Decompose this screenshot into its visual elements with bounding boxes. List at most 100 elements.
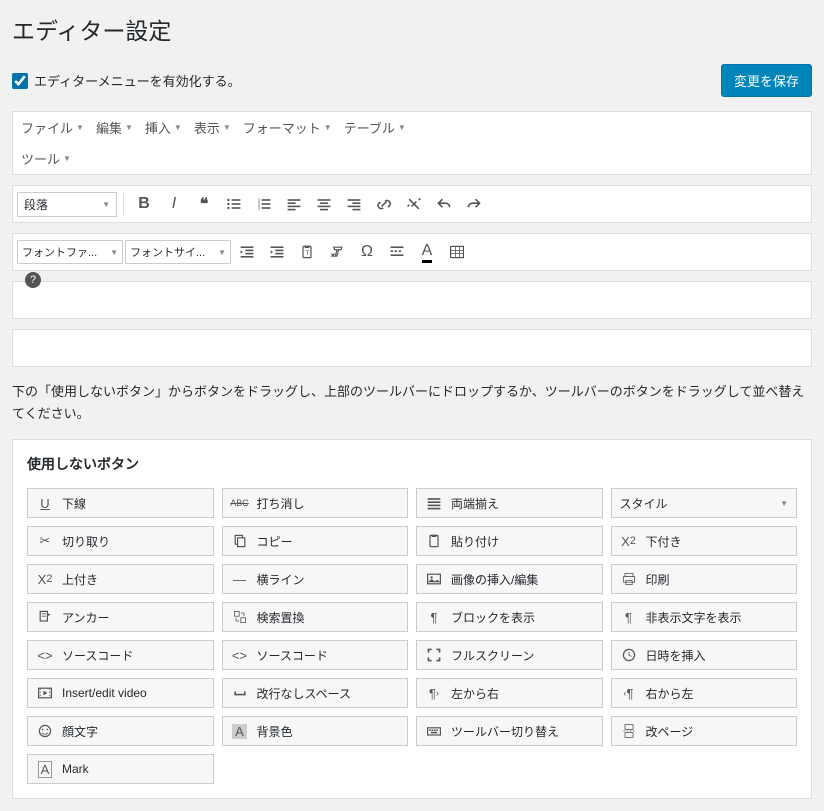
indent-button[interactable] — [263, 238, 291, 266]
unused-search[interactable]: 検索置換 — [222, 602, 409, 632]
chevron-down-icon: ▼ — [110, 248, 118, 257]
mark-icon: A — [36, 761, 54, 778]
italic-button[interactable]: I — [160, 190, 188, 218]
menu-edit[interactable]: 編集▼ — [96, 118, 133, 137]
hr-icon: — — [231, 572, 249, 587]
unused-mark[interactable]: AMark — [27, 754, 214, 784]
search-replace-icon — [231, 609, 249, 625]
menu-format[interactable]: フォーマット▼ — [243, 118, 332, 137]
anchor-icon — [36, 609, 54, 625]
clock-icon — [620, 647, 638, 663]
chevron-down-icon: ▼ — [398, 123, 406, 132]
text-color-button[interactable]: A — [413, 238, 441, 266]
bullet-list-button[interactable] — [220, 190, 248, 218]
outdent-button[interactable] — [233, 238, 261, 266]
unlink-button[interactable] — [400, 190, 428, 218]
code-icon: <> — [231, 648, 249, 663]
editor-menubar-panel: ファイル▼ 編集▼ 挿入▼ 表示▼ フォーマット▼ テーブル▼ ツール▼ — [12, 111, 812, 175]
numbered-list-button[interactable]: 123 — [250, 190, 278, 218]
align-right-button[interactable] — [340, 190, 368, 218]
table-button[interactable] — [443, 238, 471, 266]
unused-subscript[interactable]: X2下付き — [611, 526, 798, 556]
unused-strike[interactable]: ABC打ち消し — [222, 488, 409, 518]
unused-toggle-toolbar[interactable]: ツールバー切り替え — [416, 716, 603, 746]
unused-ltr[interactable]: ¶›左から右 — [416, 678, 603, 708]
align-center-button[interactable] — [310, 190, 338, 218]
chevron-down-icon: ▼ — [223, 123, 231, 132]
unused-video[interactable]: Insert/edit video — [27, 678, 214, 708]
chevron-down-icon: ▼ — [218, 248, 226, 257]
unused-print[interactable]: 印刷 — [611, 564, 798, 594]
unused-emoji[interactable]: 顔文字 — [27, 716, 214, 746]
clear-format-button[interactable] — [323, 238, 351, 266]
copy-icon — [231, 533, 249, 549]
font-size-select[interactable]: フォントサイ...▼ — [125, 240, 231, 264]
unused-nbsp[interactable]: 改行なしスペース — [222, 678, 409, 708]
link-button[interactable] — [370, 190, 398, 218]
chevron-down-icon: ▼ — [102, 200, 110, 209]
help-icon[interactable]: ? — [25, 272, 41, 288]
chevron-down-icon: ▼ — [174, 123, 182, 132]
enable-editor-menu-input[interactable] — [12, 73, 28, 89]
justify-icon — [425, 495, 443, 511]
enable-editor-menu-checkbox[interactable]: エディターメニューを有効化する。 — [12, 71, 241, 90]
underline-icon: U — [36, 496, 54, 511]
bgcolor-icon: A — [231, 724, 249, 739]
unused-pagebreak[interactable]: 改ページ — [611, 716, 798, 746]
subscript-icon: X2 — [620, 534, 638, 549]
read-more-button[interactable] — [383, 238, 411, 266]
video-icon — [36, 685, 54, 701]
paste-text-button[interactable]: T — [293, 238, 321, 266]
unused-source-2[interactable]: <>ソースコード — [222, 640, 409, 670]
menu-insert[interactable]: 挿入▼ — [145, 118, 182, 137]
unused-image[interactable]: 画像の挿入/編集 — [416, 564, 603, 594]
chevron-down-icon: ▼ — [125, 123, 133, 132]
toolbar-row-1: 段落▼ B I ❝ 123 — [12, 185, 812, 223]
nbsp-icon — [231, 685, 249, 701]
ltr-icon: ¶› — [425, 686, 443, 701]
unused-show-invisible[interactable]: ¶非表示文字を表示 — [611, 602, 798, 632]
save-changes-button[interactable]: 変更を保存 — [721, 64, 812, 97]
rtl-icon: ‹¶ — [620, 686, 638, 701]
unused-bgcolor[interactable]: A背景色 — [222, 716, 409, 746]
unused-hr[interactable]: —横ライン — [222, 564, 409, 594]
unused-paste[interactable]: 貼り付け — [416, 526, 603, 556]
chevron-down-icon: ▼ — [76, 123, 84, 132]
svg-text:T: T — [305, 250, 309, 257]
menu-table[interactable]: テーブル▼ — [344, 118, 406, 137]
unused-cut[interactable]: ✂切り取り — [27, 526, 214, 556]
menu-view[interactable]: 表示▼ — [194, 118, 231, 137]
menu-tools[interactable]: ツール▼ — [21, 149, 71, 168]
drag-instructions: 下の「使用しないボタン」からボタンをドラッグし、上部のツールバーにドロップするか… — [12, 381, 812, 425]
bold-button[interactable]: B — [130, 190, 158, 218]
pagebreak-icon — [620, 723, 638, 739]
toolbar-row-3-empty[interactable]: ? — [12, 281, 812, 319]
unused-rtl[interactable]: ‹¶右から左 — [611, 678, 798, 708]
unused-show-blocks[interactable]: ¶ブロックを表示 — [416, 602, 603, 632]
pilcrow-icon: ¶ — [620, 610, 638, 625]
undo-button[interactable] — [430, 190, 458, 218]
page-title: エディター設定 — [12, 12, 812, 46]
cut-icon: ✂ — [36, 533, 54, 549]
unused-superscript[interactable]: X2上付き — [27, 564, 214, 594]
blockquote-button[interactable]: ❝ — [190, 190, 218, 218]
unused-underline[interactable]: U下線 — [27, 488, 214, 518]
menu-file[interactable]: ファイル▼ — [21, 118, 84, 137]
paragraph-format-select[interactable]: 段落▼ — [17, 192, 117, 217]
unused-source-1[interactable]: <>ソースコード — [27, 640, 214, 670]
unused-buttons-title: 使用しないボタン — [27, 454, 797, 474]
unused-styles[interactable]: スタイル▼ — [611, 488, 798, 518]
unused-anchor[interactable]: アンカー — [27, 602, 214, 632]
unused-copy[interactable]: コピー — [222, 526, 409, 556]
font-family-select[interactable]: フォントファ...▼ — [17, 240, 123, 264]
redo-button[interactable] — [460, 190, 488, 218]
chevron-down-icon: ▼ — [780, 499, 788, 508]
unused-insert-date[interactable]: 日時を挿入 — [611, 640, 798, 670]
toolbar-row-4-empty[interactable] — [12, 329, 812, 367]
svg-text:3: 3 — [258, 206, 261, 212]
align-left-button[interactable] — [280, 190, 308, 218]
unused-justify[interactable]: 両端揃え — [416, 488, 603, 518]
unused-fullscreen[interactable]: フルスクリーン — [416, 640, 603, 670]
special-char-button[interactable]: Ω — [353, 238, 381, 266]
fullscreen-icon — [425, 647, 443, 663]
